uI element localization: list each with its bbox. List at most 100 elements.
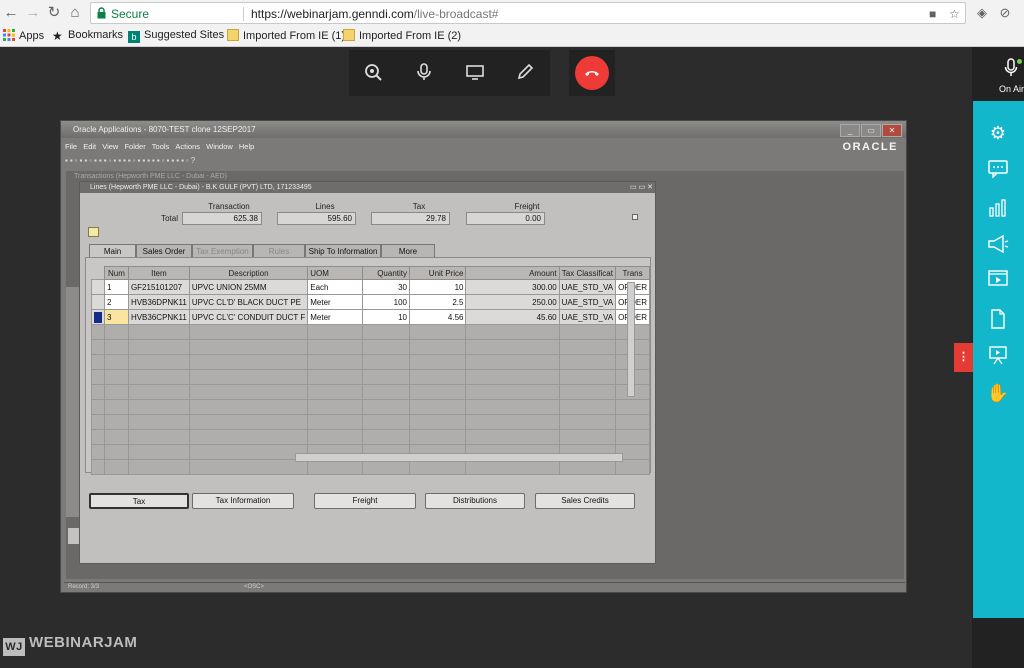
empty-cell[interactable]	[465, 399, 560, 415]
empty-cell[interactable]	[362, 354, 410, 370]
freight-total-field[interactable]: 0.00	[466, 212, 545, 225]
empty-cell[interactable]	[362, 324, 410, 340]
empty-cell[interactable]	[127, 369, 190, 385]
cell-quantity[interactable]: 30	[362, 279, 410, 295]
vertical-scrollbar[interactable]	[627, 282, 635, 397]
table-row[interactable]: 3 HVB36CPNK11 UPVC CL'C' CONDUIT DUCT F …	[91, 309, 650, 325]
cell-amount[interactable]: 300.00	[465, 279, 560, 295]
zoom-search-icon[interactable]	[362, 62, 384, 84]
document-icon[interactable]	[985, 309, 1011, 333]
empty-row[interactable]	[91, 384, 650, 400]
empty-cell[interactable]	[104, 339, 129, 355]
empty-cell[interactable]	[104, 354, 129, 370]
empty-cell[interactable]	[465, 354, 560, 370]
empty-cell[interactable]	[465, 339, 560, 355]
distributions-button[interactable]: Distributions	[425, 493, 525, 509]
empty-cell[interactable]	[465, 369, 560, 385]
empty-cell[interactable]	[127, 339, 190, 355]
forward-icon[interactable]: →	[24, 4, 42, 22]
empty-cell[interactable]	[307, 429, 364, 445]
column-header-unit-price[interactable]: Unit Price	[408, 266, 467, 280]
column-header-quantity[interactable]: Quantity	[362, 266, 410, 280]
empty-cell[interactable]	[188, 429, 309, 445]
empty-cell[interactable]	[558, 369, 617, 385]
cell-uom[interactable]: Meter	[307, 294, 364, 310]
empty-cell[interactable]	[558, 384, 617, 400]
empty-cell[interactable]	[188, 444, 309, 460]
empty-cell[interactable]	[615, 429, 650, 445]
cell-tax-classification[interactable]: UAE_STD_VA	[558, 279, 617, 295]
tab-tax-exemption[interactable]: Tax Exemption	[192, 244, 253, 258]
menu-help[interactable]: Help	[239, 142, 254, 151]
megaphone-icon[interactable]	[985, 234, 1011, 259]
menu-file[interactable]: File	[65, 142, 77, 151]
empty-cell[interactable]	[104, 429, 129, 445]
empty-row[interactable]	[91, 324, 650, 340]
empty-cell[interactable]	[188, 384, 309, 400]
row-selector[interactable]	[91, 459, 105, 475]
row-selector[interactable]	[91, 384, 105, 400]
lines-window-controls[interactable]: ▭ ▭ ✕	[630, 182, 653, 193]
address-bar[interactable]: Secure https://webinarjam.genndi.com/liv…	[90, 2, 966, 24]
empty-cell[interactable]	[465, 429, 560, 445]
tab-sales-order[interactable]: Sales Order	[136, 244, 192, 258]
minimize-icon[interactable]: _	[840, 124, 860, 137]
empty-row[interactable]	[91, 354, 650, 370]
empty-cell[interactable]	[188, 339, 309, 355]
empty-cell[interactable]	[615, 414, 650, 430]
screen-share-icon[interactable]	[464, 62, 486, 84]
empty-cell[interactable]	[408, 429, 467, 445]
horizontal-scrollbar[interactable]	[295, 453, 623, 462]
empty-row[interactable]	[91, 399, 650, 415]
column-header-num[interactable]: Num	[104, 266, 129, 280]
menu-edit[interactable]: Edit	[83, 142, 96, 151]
bookmark-suggested-sites[interactable]: b Suggested Sites	[128, 29, 224, 43]
url-text[interactable]: https://webinarjam.genndi.com/live-broad…	[251, 7, 498, 21]
tax-information-button[interactable]: Tax Information	[192, 493, 294, 509]
video-icon[interactable]	[985, 269, 1011, 293]
empty-cell[interactable]	[408, 324, 467, 340]
empty-cell[interactable]	[362, 429, 410, 445]
empty-cell[interactable]	[127, 444, 190, 460]
empty-cell[interactable]	[188, 369, 309, 385]
empty-cell[interactable]	[104, 369, 129, 385]
empty-cell[interactable]	[307, 399, 364, 415]
empty-cell[interactable]	[408, 384, 467, 400]
empty-cell[interactable]	[127, 324, 190, 340]
bookmark-imported-ie-2[interactable]: Imported From IE (2)	[343, 29, 461, 42]
empty-cell[interactable]	[307, 324, 364, 340]
cell-unit-price[interactable]: 10	[408, 279, 467, 295]
empty-cell[interactable]	[127, 429, 190, 445]
bar-chart-icon[interactable]	[985, 199, 1011, 223]
extension-block-icon[interactable]: ⊘	[996, 4, 1014, 22]
freight-button[interactable]: Freight	[314, 493, 416, 509]
empty-cell[interactable]	[362, 399, 410, 415]
cell-num[interactable]: 3	[104, 309, 129, 325]
extension-layers-icon[interactable]: ◈	[973, 4, 991, 22]
restore-icon[interactable]: ▭	[861, 124, 881, 137]
home-icon[interactable]: ⌂	[66, 4, 84, 22]
empty-cell[interactable]	[408, 369, 467, 385]
bookmark-imported-ie-1[interactable]: Imported From IE (1)	[227, 29, 345, 42]
empty-cell[interactable]	[188, 324, 309, 340]
cell-unit-price[interactable]: 2.5	[408, 294, 467, 310]
empty-cell[interactable]	[615, 399, 650, 415]
cell-quantity[interactable]: 100	[362, 294, 410, 310]
close-icon[interactable]: ✕	[882, 124, 902, 137]
empty-row[interactable]	[91, 339, 650, 355]
cell-tax-classification[interactable]: UAE_STD_VA	[558, 294, 617, 310]
star-icon[interactable]: ☆	[949, 7, 960, 21]
cell-description[interactable]: UPVC CL'D' BLACK DUCT PE	[188, 294, 309, 310]
empty-cell[interactable]	[362, 384, 410, 400]
cell-unit-price[interactable]: 4.56	[408, 309, 467, 325]
empty-cell[interactable]	[362, 414, 410, 430]
empty-cell[interactable]	[104, 414, 129, 430]
empty-cell[interactable]	[465, 414, 560, 430]
settings-gear-icon[interactable]: ⚙	[985, 121, 1011, 145]
empty-cell[interactable]	[408, 414, 467, 430]
table-row[interactable]: 1 GF215101207 UPVC UNION 25MM Each 30 10…	[91, 279, 650, 295]
cell-amount[interactable]: 45.60	[465, 309, 560, 325]
reload-icon[interactable]: ↻	[45, 4, 63, 22]
column-header-uom[interactable]: UOM	[307, 266, 364, 280]
empty-cell[interactable]	[362, 339, 410, 355]
